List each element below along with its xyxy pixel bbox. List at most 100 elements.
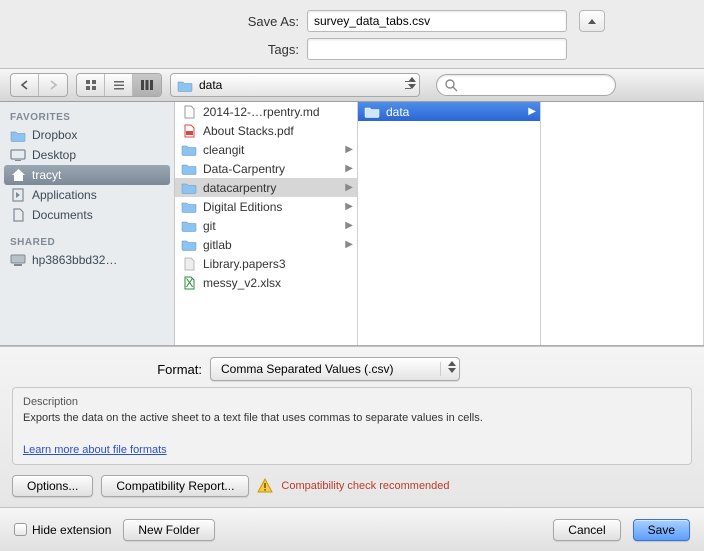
toolbar: data [0,68,704,102]
chevron-right-icon: ▶ [528,106,536,117]
file-item[interactable]: git ▶ [175,216,357,235]
warning-icon [257,478,273,494]
learn-more-link[interactable]: Learn more about file formats [23,444,167,456]
format-value: Comma Separated Values (.csv) [221,362,394,376]
favorites-header: FAVORITES [0,108,174,125]
folder-icon [181,200,197,214]
view-mode [76,73,162,97]
file-item[interactable]: 2014-12-…rpentry.md [175,102,357,121]
sidebar-item-label: tracyt [32,168,61,182]
file-item[interactable]: Digital Editions ▶ [175,197,357,216]
checkbox-box [14,523,27,536]
format-popup[interactable]: Comma Separated Values (.csv) [210,357,460,381]
format-label: Format: [12,362,202,377]
chevron-right-icon: ▶ [345,201,353,212]
chevron-right-icon: ▶ [345,239,353,250]
sidebar-item-tracyt[interactable]: tracyt [4,165,170,185]
search-field[interactable] [436,74,616,96]
saveas-input[interactable] [307,10,567,32]
file-item-label: datacarpentry [203,181,276,195]
chevron-right-icon: ▶ [345,220,353,231]
file-icon [181,105,197,119]
tags-input[interactable] [307,38,567,60]
sidebar-item-label: Documents [32,208,93,222]
file-item[interactable]: data▶ [358,102,540,121]
folder-icon [181,219,197,233]
app-icon [10,188,26,202]
sidebar: FAVORITES Dropbox Desktop tracyt Applicatio… [0,102,175,345]
columns-icon [140,79,154,91]
file-item-label: git [203,219,216,233]
file-item-label: 2014-12-…rpentry.md [203,105,320,119]
updown-icon [408,77,416,89]
file-item-label: Data-Carpentry [203,162,285,176]
file-item[interactable]: Library.papers3 [175,254,357,273]
file-item[interactable]: Data-Carpentry ▶ [175,159,357,178]
disclosure-button[interactable] [579,10,605,32]
search-icon [445,79,458,92]
sidebar-item-documents[interactable]: Documents [0,205,174,225]
folder-icon [10,128,26,142]
forward-button[interactable] [39,74,67,96]
computer-icon [10,253,26,267]
doc-icon [10,208,26,222]
home-icon [10,168,26,182]
cancel-button[interactable]: Cancel [553,519,620,541]
file-item-label: gitlab [203,238,232,252]
sidebar-item-desktop[interactable]: Desktop [0,145,174,165]
grid-icon [85,79,97,91]
folder-icon [181,143,197,157]
column-1[interactable]: 2014-12-…rpentry.md About Stacks.pdfclean… [175,102,358,345]
top-fields: Save As: Tags: [0,0,704,68]
file-item[interactable]: About Stacks.pdf [175,121,357,140]
sidebar-item-label: hp3863bbd32… [32,253,117,267]
folder-icon [181,238,197,252]
format-row: Format: Comma Separated Values (.csv) [12,357,692,381]
location-popup[interactable]: data [170,73,420,97]
nav-history [10,73,68,97]
icon-view-button[interactable] [77,74,105,96]
sidebar-item-label: Desktop [32,148,76,162]
search-input[interactable] [458,78,607,92]
description-body: Exports the data on the active sheet to … [23,412,681,424]
file-item[interactable]: Xmessy_v2.xlsx [175,273,357,292]
pdf-icon [181,124,197,138]
sidebar-item-applications[interactable]: Applications [0,185,174,205]
column-3[interactable] [541,102,704,345]
file-item[interactable]: datacarpentry ▶ [175,178,357,197]
file-item[interactable]: cleangit▶ [175,140,357,159]
column-view-button[interactable] [133,74,161,96]
chevron-up-icon [588,19,596,24]
file-item-label: Digital Editions [203,200,282,214]
chevron-right-icon: ▶ [345,163,353,174]
file-item-label: Library.papers3 [203,257,286,271]
column-2[interactable]: data▶ [358,102,541,345]
xls-icon: X [181,276,197,290]
sidebar-item-dropbox[interactable]: Dropbox [0,125,174,145]
tags-row: Tags: [99,38,605,60]
chevron-right-icon [49,80,58,90]
list-view-button[interactable] [105,74,133,96]
description-title: Description [23,396,681,408]
desktop-icon [10,148,26,162]
sidebar-item-shared[interactable]: hp3863bbd32… [0,250,174,270]
compatibility-warning: Compatibility check recommended [281,480,449,492]
new-folder-button[interactable]: New Folder [123,519,214,541]
saveas-label: Save As: [99,14,299,29]
chevron-left-icon [20,80,29,90]
options-row: Options... Compatibility Report... Compa… [12,475,692,497]
back-button[interactable] [11,74,39,96]
options-button[interactable]: Options... [12,475,93,497]
file-item[interactable]: gitlab ▶ [175,235,357,254]
compatibility-button[interactable]: Compatibility Report... [101,475,249,497]
hide-extension-label: Hide extension [32,523,111,537]
folder-icon [181,181,197,195]
hide-extension-checkbox[interactable]: Hide extension [14,523,111,537]
folder-icon [177,79,193,92]
updown-icon [448,361,456,373]
chevron-right-icon: ▶ [345,182,353,193]
sidebar-item-label: Applications [32,188,97,202]
chevron-right-icon: ▶ [345,144,353,155]
description-box: Description Exports the data on the acti… [12,387,692,465]
save-button[interactable]: Save [633,519,690,541]
